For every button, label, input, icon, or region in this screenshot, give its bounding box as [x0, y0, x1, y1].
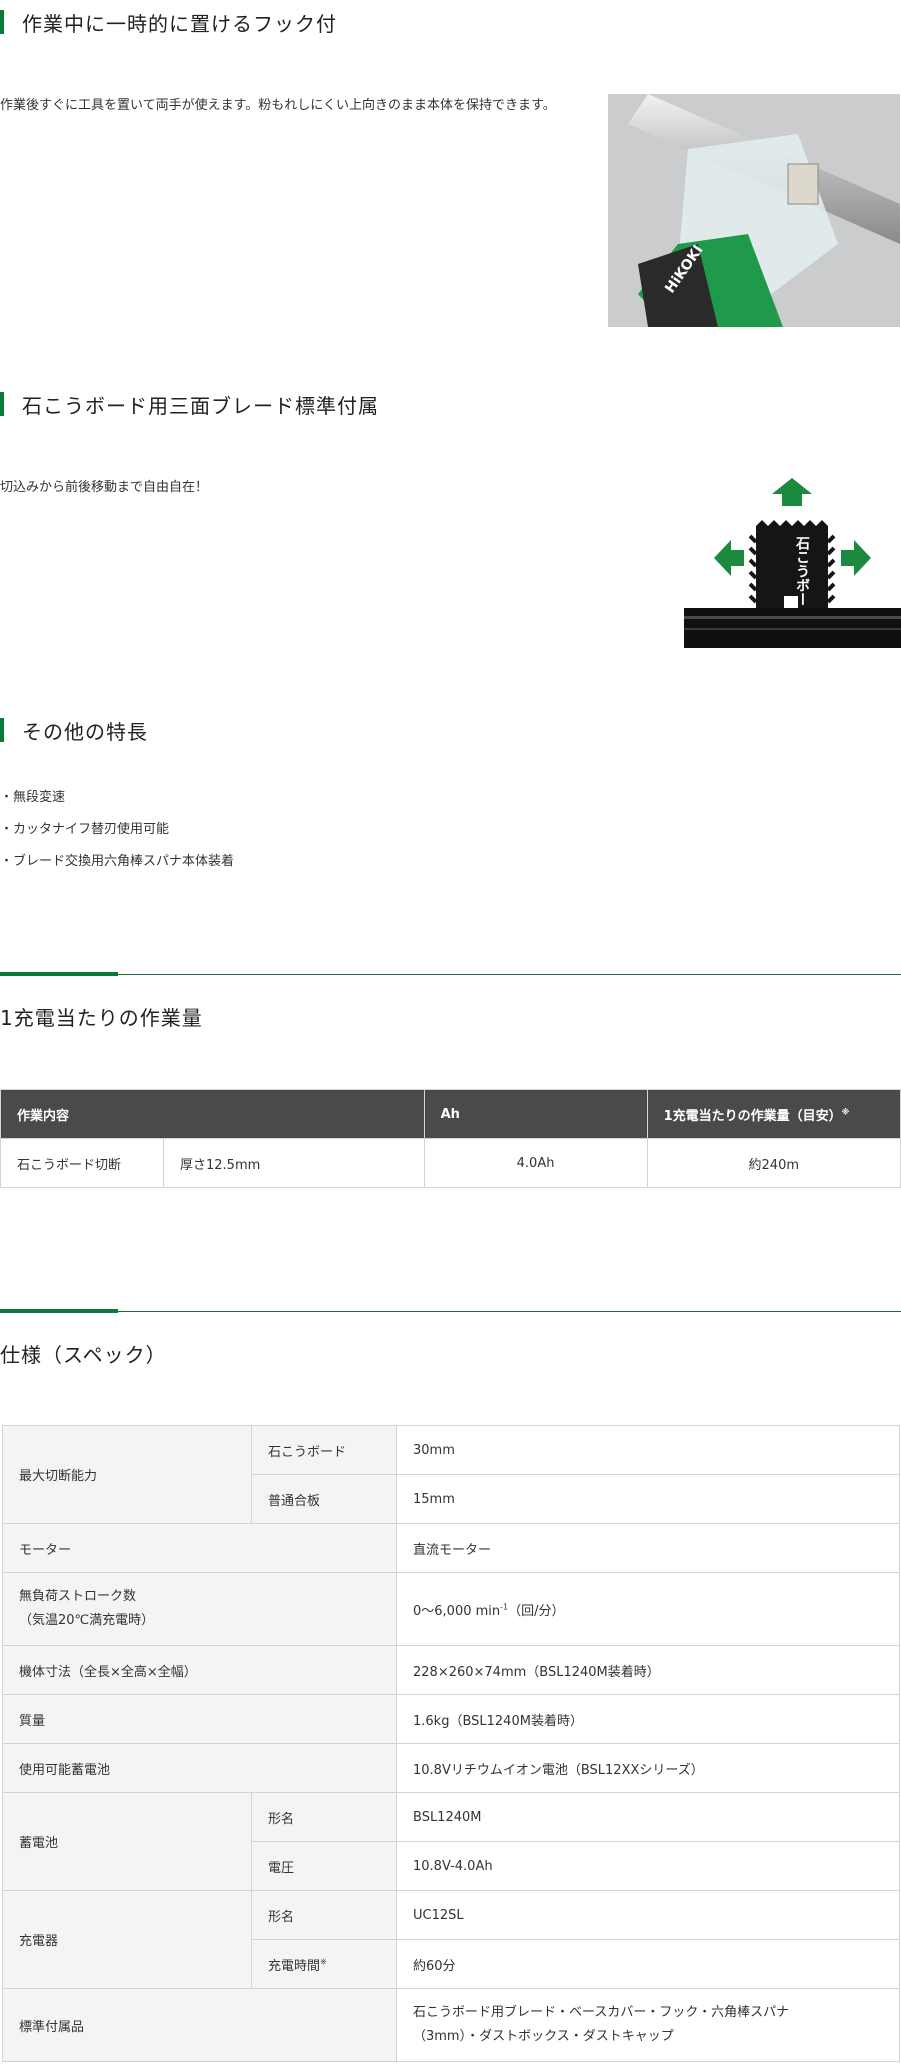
- cell-amount: 約240m: [646, 1138, 901, 1188]
- spec-sublabel: 形名: [251, 1890, 397, 1940]
- spec-label-line: （気温20℃満充電時）: [19, 1613, 155, 1628]
- spec-label: 機体寸法（全長×全高×全幅）: [2, 1645, 397, 1695]
- heading-rule: [0, 1311, 901, 1312]
- cell-thickness: 厚さ12.5mm: [163, 1138, 425, 1188]
- feature-item: ・カッタナイフ替刃使用可能: [0, 822, 170, 837]
- hook-section-title: 作業中に一時的に置けるフック付: [22, 12, 337, 36]
- spec-value: BSL1240M: [396, 1792, 900, 1842]
- heading-accent-bar: [0, 718, 4, 742]
- spec-value: 1.6kg（BSL1240M装着時）: [396, 1694, 900, 1744]
- blade-section-text: 切込みから前後移動まで自由自在！: [0, 480, 209, 495]
- spec-label: モーター: [2, 1523, 397, 1573]
- header-ah: Ah: [423, 1089, 648, 1139]
- heading-rule: [0, 974, 901, 975]
- spec-row: モーター 直流モーター: [2, 1523, 900, 1573]
- spec-table: 最大切断能力 石こうボード 30mm 普通合板 15mm モーター 直流モーター…: [2, 1425, 900, 2062]
- hook-section-text: 作業後すぐに工具を置いて両手が使えます。粉もれしにくい上向きのまま本体を保持でき…: [0, 98, 556, 113]
- spec-label: 最大切断能力: [2, 1425, 252, 1524]
- spec-value-line: 石こうボード用ブレード・ベースカバー・フック・六角棒スパナ: [413, 2005, 790, 2020]
- header-work-amount-label: 1充電当たりの作業量（目安）: [663, 1108, 842, 1124]
- header-note-mark: ※: [841, 1107, 850, 1117]
- spec-section-title: 仕様（スペック）: [0, 1343, 167, 1367]
- spec-value: 約60分: [396, 1939, 900, 1989]
- spec-label: 質量: [2, 1694, 397, 1744]
- spec-row: 蓄電池 形名 BSL1240M: [2, 1792, 900, 1891]
- spec-label: 使用可能蓄電池: [2, 1743, 397, 1793]
- heading-accent-bar: [0, 392, 4, 416]
- cell-task: 石こうボード切断: [0, 1138, 164, 1188]
- work-section-title: 1充電当たりの作業量: [0, 1006, 203, 1030]
- spec-sublabel: 充電時間※: [251, 1939, 397, 1989]
- feature-item: ・無段変速: [0, 790, 66, 805]
- spec-value: 石こうボード用ブレード・ベースカバー・フック・六角棒スパナ （3mm）・ダストボ…: [396, 1988, 900, 2062]
- spec-label: 充電器: [2, 1890, 252, 1989]
- charge-time-label: 充電時間: [268, 1958, 321, 1974]
- spec-value-line: （3mm）・ダストボックス・ダストキャップ: [413, 2029, 674, 2044]
- hook-product-photo: HiKOKI: [608, 94, 900, 327]
- spec-label: 蓄電池: [2, 1792, 252, 1891]
- heading-rule-accent: [0, 1309, 118, 1313]
- three-face-blade-image: 石こうボー: [684, 476, 901, 648]
- blade-label: 石こうボー: [794, 536, 811, 606]
- spec-row: 使用可能蓄電池 10.8Vリチウムイオン電池（BSL12XXシリーズ）: [2, 1743, 900, 1793]
- spec-sublabel: 石こうボード: [251, 1425, 397, 1475]
- work-amount-table: 作業内容 Ah 1充電当たりの作業量（目安）※ 石こうボード切断 厚さ12.5m…: [0, 1089, 901, 1188]
- header-work-amount: 1充電当たりの作業量（目安）※: [646, 1089, 901, 1139]
- spec-row: 充電器 形名 UC12SL: [2, 1890, 900, 1989]
- spec-label-line: 無負荷ストローク数: [19, 1589, 137, 1604]
- heading-rule-accent: [0, 972, 118, 976]
- spec-value: 直流モーター: [396, 1523, 900, 1573]
- spec-row: 質量 1.6kg（BSL1240M装着時）: [2, 1694, 900, 1744]
- cell-ah: 4.0Ah: [423, 1138, 648, 1188]
- spec-sublabel: 電圧: [251, 1841, 397, 1891]
- stroke-unit: （回/分）: [508, 1603, 565, 1619]
- spec-value: 15mm: [396, 1474, 900, 1524]
- heading-accent-bar: [0, 10, 4, 34]
- spec-value: 10.8V-4.0Ah: [396, 1841, 900, 1891]
- spec-value: 30mm: [396, 1425, 900, 1475]
- feature-item: ・ブレード交換用六角棒スパナ本体装着: [0, 854, 235, 869]
- spec-value: 228×260×74mm（BSL1240M装着時）: [396, 1645, 900, 1695]
- spec-label: 標準付属品: [2, 1988, 397, 2062]
- spec-row: 標準付属品 石こうボード用ブレード・ベースカバー・フック・六角棒スパナ （3mm…: [2, 1988, 900, 2062]
- spec-label: 無負荷ストローク数 （気温20℃満充電時）: [2, 1572, 397, 1646]
- features-section-title: その他の特長: [22, 720, 148, 744]
- table-header-row: 作業内容 Ah 1充電当たりの作業量（目安）※: [0, 1089, 901, 1139]
- stroke-unit-exponent: -1: [500, 1602, 509, 1612]
- header-work-content: 作業内容: [0, 1089, 425, 1139]
- spec-row: 機体寸法（全長×全高×全幅） 228×260×74mm（BSL1240M装着時）: [2, 1645, 900, 1695]
- spec-value: 10.8Vリチウムイオン電池（BSL12XXシリーズ）: [396, 1743, 900, 1793]
- blade-section-title: 石こうボード用三面ブレード標準付属: [22, 394, 379, 418]
- spec-value: UC12SL: [396, 1890, 900, 1940]
- spec-value: 0～6,000 min-1（回/分）: [396, 1572, 900, 1646]
- spec-row: 無負荷ストローク数 （気温20℃満充電時） 0～6,000 min-1（回/分）: [2, 1572, 900, 1646]
- charge-time-note-mark: ※: [320, 1957, 327, 1967]
- spec-row: 最大切断能力 石こうボード 30mm: [2, 1425, 900, 1524]
- spec-sublabel: 形名: [251, 1792, 397, 1842]
- stroke-value: 0～6,000 min: [413, 1603, 501, 1619]
- feature-list: ・無段変速 ・カッタナイフ替刃使用可能 ・ブレード交換用六角棒スパナ本体装着: [0, 786, 234, 882]
- spec-sublabel: 普通合板: [251, 1474, 397, 1524]
- table-row: 石こうボード切断 厚さ12.5mm 4.0Ah 約240m: [0, 1138, 901, 1188]
